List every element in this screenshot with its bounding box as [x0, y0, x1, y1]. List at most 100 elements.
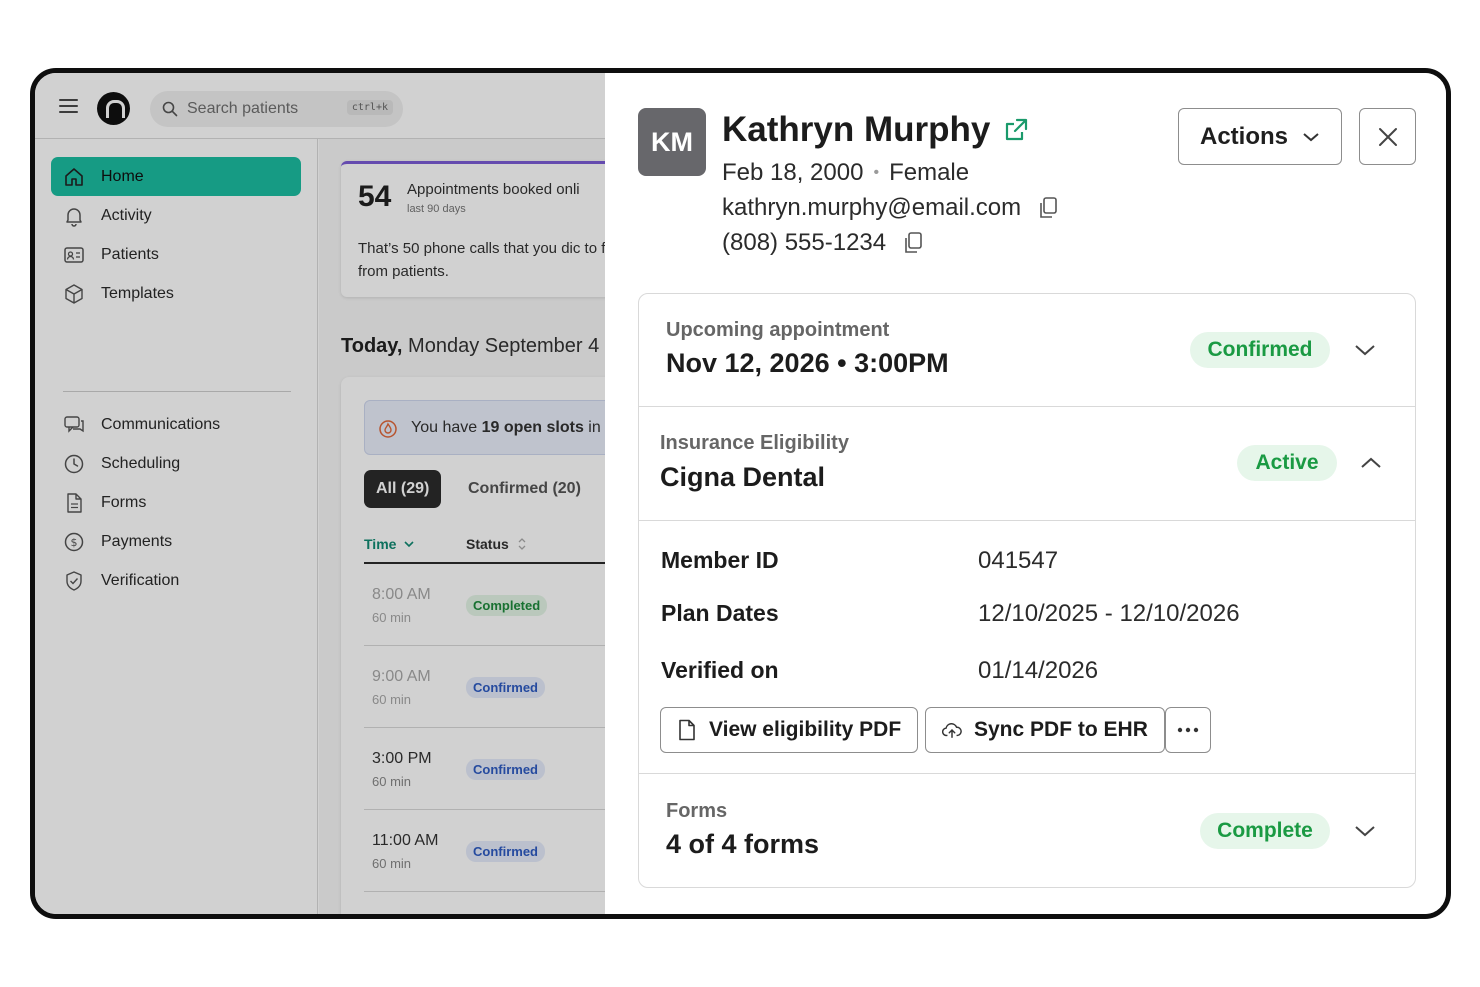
table-row[interactable]: 3:00 PM 60 min Confirmed	[364, 728, 605, 810]
expand-toggle[interactable]	[1353, 342, 1377, 358]
view-eligibility-pdf-button[interactable]: View eligibility PDF	[660, 707, 919, 753]
filter-all[interactable]: All (29)	[364, 470, 442, 508]
brand-logo[interactable]	[97, 92, 130, 125]
table-row[interactable]: 9:00 AM 60 min Confirmed	[364, 646, 605, 728]
background-app: Search patients ctrl+k Home Activity Pat…	[35, 73, 605, 914]
status-badge: Confirmed	[466, 677, 545, 698]
patient-phone: (808) 555-1234	[722, 229, 887, 256]
patient-detail-panel: KM Kathryn Murphy Feb 18, 2000 • Female …	[605, 73, 1446, 914]
insurance-provider: Cigna Dental	[660, 462, 826, 492]
column-header-time[interactable]: Time	[364, 536, 416, 552]
app-window: Search patients ctrl+k Home Activity Pat…	[30, 68, 1451, 919]
sidebar-item-verification[interactable]: Verification	[51, 561, 301, 600]
sidebar-item-label: Communications	[101, 415, 221, 433]
sidebar-item-home[interactable]: Home	[51, 157, 301, 196]
sidebar-item-forms[interactable]: Forms	[51, 483, 301, 522]
verified-on-value: 01/14/2026	[978, 657, 1099, 684]
sidebar-item-label: Templates	[101, 284, 174, 302]
sidebar-item-label: Patients	[101, 245, 159, 263]
sidebar-item-activity[interactable]: Activity	[51, 196, 301, 235]
avatar: KM	[638, 108, 706, 176]
status-badge: Confirmed	[1190, 332, 1330, 368]
open-slots-banner[interactable]: You have 19 open slots in	[364, 400, 605, 455]
forms-section[interactable]: Forms 4 of 4 forms Complete	[639, 774, 1415, 887]
today-label: Today,	[341, 335, 403, 357]
patient-email-row: kathryn.murphy@email.com	[722, 194, 1059, 222]
cloud-upload-icon	[942, 723, 962, 738]
more-horizontal-icon	[1177, 727, 1199, 733]
row-time: 9:00 AM	[372, 668, 431, 685]
status-badge: Complete	[1200, 813, 1330, 849]
column-label: Status	[466, 536, 509, 552]
stat-label: Appointments booked onli	[407, 181, 580, 198]
table-row[interactable]: 8:00 AM 60 min Completed	[364, 564, 605, 646]
copy-icon[interactable]	[902, 231, 924, 255]
patient-sections: Upcoming appointment Nov 12, 2026 • 3:00…	[638, 293, 1416, 888]
home-icon	[65, 167, 83, 186]
stat-card: 54 Appointments booked onli last 90 days…	[341, 161, 605, 297]
plan-dates-label: Plan Dates	[661, 600, 779, 626]
sync-pdf-to-ehr-button[interactable]: Sync PDF to EHR	[925, 707, 1165, 753]
table-row[interactable]: 11:00 AM 60 min Confirmed	[364, 810, 605, 892]
stat-description: That’s 50 phone calls that you dic to fi…	[358, 240, 605, 280]
patient-email: kathryn.murphy@email.com	[722, 194, 1022, 221]
filter-confirmed[interactable]: Confirmed (20)	[468, 470, 581, 508]
sidebar-item-templates[interactable]: Templates	[51, 274, 301, 313]
shield-check-icon	[66, 570, 82, 591]
sidebar-item-label: Scheduling	[101, 454, 181, 472]
column-header-status[interactable]: Status	[466, 536, 529, 552]
sidebar-item-label: Forms	[101, 493, 147, 511]
bell-icon	[66, 207, 82, 227]
appointments-card: You have 19 open slots in All (29) Confi…	[341, 377, 605, 914]
appointment-section[interactable]: Upcoming appointment Nov 12, 2026 • 3:00…	[639, 294, 1415, 407]
sidebar-divider	[63, 391, 291, 392]
section-label: Insurance Eligibility	[660, 432, 849, 454]
menu-icon[interactable]	[59, 99, 78, 113]
copy-icon[interactable]	[1037, 196, 1059, 220]
id-card-icon	[64, 246, 84, 263]
sidebar-item-label: Payments	[101, 532, 173, 550]
row-duration: 60 min	[372, 856, 412, 871]
more-options-button[interactable]	[1165, 707, 1211, 753]
cube-icon	[65, 283, 83, 304]
chevron-up-icon	[1361, 457, 1381, 468]
patient-name-text: Kathryn Murphy	[722, 110, 991, 149]
patient-demographics: Feb 18, 2000 • Female	[722, 159, 969, 187]
sidebar-item-patients[interactable]: Patients	[51, 235, 301, 274]
clock-icon	[64, 454, 84, 473]
sidebar-item-scheduling[interactable]: Scheduling	[51, 444, 301, 483]
forms-count: 4 of 4 forms	[666, 829, 820, 859]
row-time: 11:00 AM	[372, 832, 439, 849]
close-button[interactable]	[1359, 108, 1416, 165]
today-heading: Today, Monday September 4	[341, 335, 599, 358]
chevron-down-icon	[1355, 345, 1375, 356]
collapse-toggle[interactable]	[1359, 455, 1383, 471]
sidebar-item-communications[interactable]: Communications	[51, 405, 301, 444]
column-label: Time	[364, 536, 397, 552]
sidebar-item-label: Home	[101, 167, 144, 185]
svg-text:$: $	[71, 536, 78, 549]
patient-name: Kathryn Murphy	[722, 110, 1030, 150]
expand-toggle[interactable]	[1353, 823, 1377, 839]
stat-number: 54	[358, 180, 392, 213]
actions-dropdown-button[interactable]: Actions	[1178, 108, 1342, 165]
banner-text-suffix: in	[588, 418, 601, 436]
chevron-down-icon	[1303, 132, 1319, 141]
search-placeholder: Search patients	[187, 100, 299, 117]
search-input[interactable]: Search patients ctrl+k	[150, 91, 403, 127]
close-icon	[1378, 127, 1397, 146]
chevron-down-icon	[1355, 826, 1375, 837]
sidebar-item-label: Activity	[101, 206, 152, 224]
row-duration: 60 min	[372, 692, 412, 707]
sort-icon	[518, 538, 526, 550]
stat-sublabel: last 90 days	[407, 203, 466, 215]
sidebar: Home Activity Patients Templates Communi…	[35, 139, 318, 914]
sidebar-item-label: Verification	[101, 571, 180, 589]
insurance-section-header[interactable]: Insurance Eligibility Cigna Dental Activ…	[639, 407, 1415, 521]
patient-dob: Feb 18, 2000	[722, 159, 864, 186]
button-label: Sync PDF to EHR	[974, 718, 1148, 741]
external-link-icon[interactable]	[1002, 116, 1030, 144]
status-badge: Confirmed	[466, 759, 545, 780]
sidebar-item-payments[interactable]: $ Payments	[51, 522, 301, 561]
search-icon	[162, 101, 178, 117]
